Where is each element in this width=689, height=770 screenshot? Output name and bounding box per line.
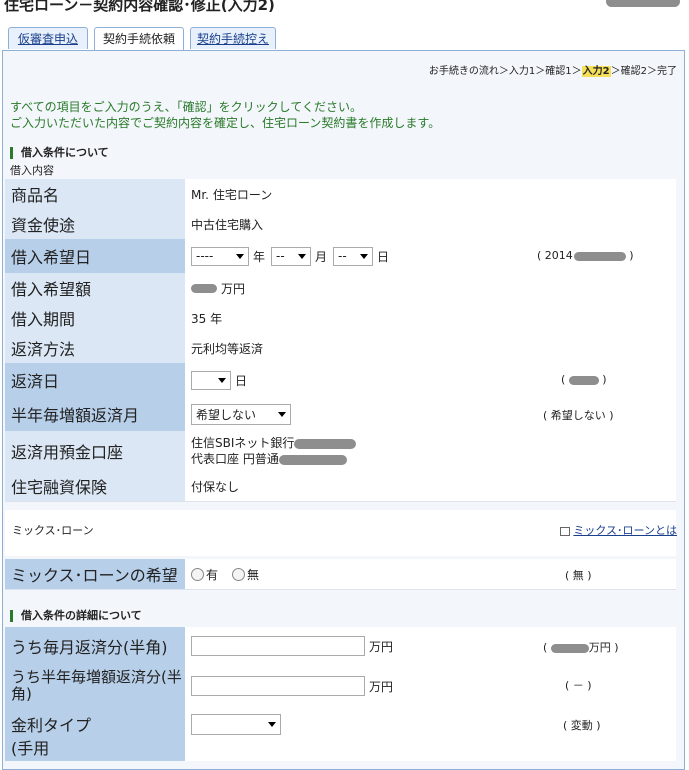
row-purpose: 資金使途 中古住宅購入 — [5, 209, 676, 240]
redacted-branch — [294, 438, 357, 449]
monthly-portion-note: ( 万円 ) — [543, 641, 619, 654]
instructions: すべての項目をご入力のうえ、「確認」をクリックしてください。 ご入力いただいた内… — [10, 99, 440, 131]
semiannual-portion-note: ( － ) — [565, 679, 592, 692]
row-period: 借入期間 35 年 — [5, 303, 676, 334]
semiannual-portion-unit: 万円 — [369, 679, 394, 694]
year-select-value: ---- — [196, 249, 214, 263]
chevron-down-icon — [360, 253, 369, 259]
period-label: 借入期間 — [5, 303, 185, 333]
redacted-monthly — [550, 643, 589, 653]
row-semiannual-portion: うち半年毎増額返済分(半角) 万円 ( － ) — [5, 665, 676, 708]
mix-loan-help-link[interactable]: ミックス･ローンとは — [560, 522, 677, 538]
semiannual-portion-input[interactable] — [191, 676, 365, 696]
account-bank: 住信SBIネット銀行 — [191, 435, 357, 451]
chevron-down-icon — [278, 411, 286, 417]
monthly-portion-label: うち毎月返済分(半角) — [5, 627, 185, 665]
payday-note: ( ) — [561, 373, 607, 386]
rate-type-select[interactable] — [191, 713, 281, 735]
product-label: 商品名 — [5, 179, 185, 209]
row-repayment-account: 返済用預金口座 住信SBIネット銀行 代表口座 円普通 — [5, 431, 676, 472]
rate-type-label: 金利タイプ — [5, 707, 185, 741]
period-value: 35 年 — [191, 311, 223, 326]
row-rate-type: 金利タイプ ( 変動 ) — [5, 707, 676, 742]
redacted-account-number — [278, 454, 347, 465]
tab-contract-request[interactable]: 契約手続依頼 — [94, 27, 184, 51]
mix-yes-label[interactable]: 有 — [206, 566, 218, 583]
row-amount: 借入希望額 万円 — [5, 273, 676, 304]
borrow-date-label: 借入希望日 — [5, 239, 185, 273]
redacted-date — [573, 251, 626, 261]
row-product: 商品名 Mr. 住宅ローン — [5, 179, 676, 210]
amount-unit: 万円 — [221, 281, 246, 296]
tab-contract-copy[interactable]: 契約手続控え — [190, 27, 276, 49]
chevron-down-icon — [268, 721, 276, 727]
tab-pre-screening[interactable]: 仮審査申込 — [8, 27, 88, 49]
mix-loan-note: ( 無 ) — [565, 569, 592, 582]
day-select[interactable]: -- — [333, 246, 374, 266]
semiannual-month-label: 半年毎増額返済月 — [5, 397, 185, 431]
row-monthly-portion: うち毎月返済分(半角) 万円 ( 万円 ) — [5, 627, 676, 666]
payday-label: 返済日 — [5, 363, 185, 397]
flow-prefix: お手続きの流れ＞入力1＞確認1＞ — [428, 66, 582, 77]
chevron-down-icon — [298, 253, 307, 259]
semiannual-portion-label: うち半年毎増額返済分(半角) — [5, 665, 185, 707]
instruction-line-2: ご入力いただいた内容でご契約内容を確定し、住宅ローン契約書を作成します。 — [10, 116, 441, 130]
row-payday: 返済日 日 ( ) — [5, 363, 676, 398]
row-repayment-method: 返済方法 元利均等返済 — [5, 333, 676, 364]
purpose-label: 資金使途 — [5, 209, 185, 239]
row-borrow-date: 借入希望日 ---- 年 -- 月 -- 日 ( 2014 ) — [5, 239, 676, 274]
row-mix-loan: ミックス･ローンの希望 有 無 ( 無 ) — [5, 559, 676, 590]
repayment-account-label: 返済用預金口座 — [5, 431, 185, 471]
repayment-method-label: 返済方法 — [5, 333, 185, 363]
mix-no-label[interactable]: 無 — [247, 566, 259, 583]
rate-type-note: ( 変動 ) — [563, 719, 601, 732]
payday-unit: 日 — [235, 373, 248, 388]
link-icon — [560, 526, 571, 536]
borrow-date-note: ( 2014 ) — [537, 249, 634, 262]
insurance-label: 住宅融資保険 — [5, 471, 185, 501]
account-number: 代表口座 円普通 — [191, 451, 347, 467]
month-unit: 月 — [315, 249, 328, 264]
flow-suffix: ＞確認2＞完了 — [610, 66, 677, 77]
row-semiannual-month: 半年毎増額返済月 希望しない ( 希望しない ) — [5, 397, 676, 432]
flow-current-step: 入力2 — [581, 66, 611, 77]
year-unit: 年 — [253, 249, 266, 264]
amount-label: 借入希望額 — [5, 273, 185, 303]
day-select-value: -- — [338, 249, 347, 263]
month-select[interactable]: -- — [271, 246, 312, 266]
radio-icon[interactable] — [232, 567, 246, 581]
payday-select[interactable] — [191, 370, 231, 390]
semiannual-month-note: ( 希望しない ) — [543, 409, 614, 422]
mix-loan-label: ミックス･ローン — [12, 524, 94, 537]
monthly-portion-input[interactable] — [191, 636, 365, 656]
section-heading-loan-details: 借入条件の詳細について — [10, 610, 142, 622]
month-select-value: -- — [276, 249, 285, 263]
page-title: 住宅ローン－契約内容確認･修正(入力2) — [4, 0, 275, 14]
chevron-down-icon — [236, 253, 244, 259]
product-value: Mr. 住宅ローン — [191, 187, 273, 202]
next-partial-label: (手用 — [5, 741, 185, 761]
row-insurance: 住宅融資保険 付保なし — [5, 471, 676, 502]
monthly-portion-unit: 万円 — [369, 639, 394, 654]
process-flow: お手続きの流れ＞入力1＞確認1＞入力2＞確認2＞完了 — [429, 62, 677, 77]
section-heading-loan-conditions: 借入条件について — [10, 147, 109, 159]
radio-icon[interactable] — [191, 567, 204, 581]
redacted-username — [606, 0, 680, 7]
year-select[interactable]: ---- — [191, 246, 249, 266]
insurance-value: 付保なし — [191, 479, 240, 494]
mix-loan-wish-label: ミックス･ローンの希望 — [5, 559, 185, 589]
repayment-method-value: 元利均等返済 — [191, 341, 264, 356]
redacted-amount — [191, 283, 217, 293]
row-next-partial: (手用 — [5, 741, 676, 761]
redacted-payday — [568, 375, 599, 385]
purpose-value: 中古住宅購入 — [191, 217, 264, 232]
semiannual-month-select[interactable]: 希望しない — [191, 403, 291, 425]
instruction-line-1: すべての項目をご入力のうえ、「確認」をクリックしてください。 — [10, 100, 362, 114]
section-subheading-loan-content: 借入内容 — [10, 164, 54, 177]
day-unit: 日 — [377, 249, 390, 264]
chevron-down-icon — [218, 377, 226, 383]
semiannual-month-select-value: 希望しない — [196, 407, 257, 422]
